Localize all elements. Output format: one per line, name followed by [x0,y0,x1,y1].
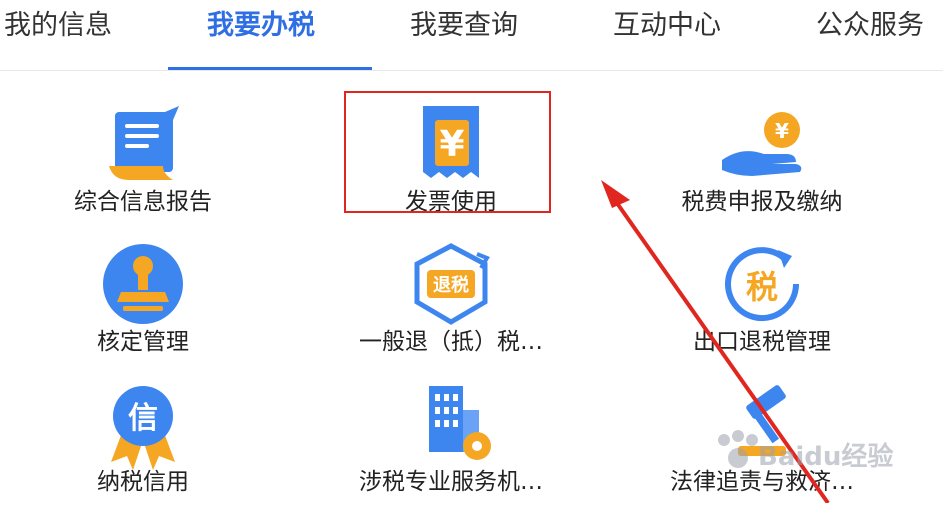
service-label: 综合信息报告 [74,189,212,215]
stamp-icon [93,240,193,330]
service-label: 法律追责与救济… [670,469,854,495]
building-gear-icon [401,380,501,470]
legal-gavel-icon [712,380,812,470]
service-label: 出口退税管理 [693,329,831,355]
service-label: 核定管理 [97,329,189,355]
active-tab-indicator [168,67,372,70]
service-tax-professional-agency[interactable]: 涉税专业服务机… [331,376,571,508]
tab-handle-tax[interactable]: 我要办税 [207,8,315,44]
tab-interaction-center[interactable]: 互动中心 [613,8,721,44]
tab-query[interactable]: 我要查询 [410,8,518,44]
service-label: 涉税专业服务机… [359,469,543,495]
service-general-tax-refund[interactable]: 退税 一般退（抵）税… [331,236,571,368]
service-label: 一般退（抵）税… [359,329,543,355]
top-tab-bar: 我的信息 我要办税 我要查询 互动中心 公众服务 [0,0,943,71]
service-assessment-management[interactable]: 核定管理 [23,236,263,368]
service-label: 税费申报及缴纳 [681,189,843,215]
service-comprehensive-report[interactable]: 综合信息报告 [23,96,263,228]
svg-text:¥: ¥ [775,119,789,143]
credit-medal-icon: 信 [93,380,193,470]
service-label: 发票使用 [405,189,497,215]
svg-text:信: 信 [128,401,158,436]
report-document-icon [93,100,193,190]
tab-my-info[interactable]: 我的信息 [4,8,112,44]
svg-text:退税: 退税 [433,274,469,296]
export-refund-icon: 税 [712,240,812,330]
service-label: 纳税信用 [97,469,189,495]
service-tax-credit[interactable]: 信 纳税信用 [23,376,263,508]
invoice-yuan-icon: ¥ [401,100,501,190]
svg-text:税: 税 [746,268,778,306]
hand-coin-icon: ¥ [712,100,812,190]
service-export-tax-refund-management[interactable]: 税 出口退税管理 [642,236,882,368]
service-legal-liability-remedy[interactable]: 法律追责与救济… [642,376,882,508]
tab-public-service[interactable]: 公众服务 [816,8,924,44]
service-invoice-use[interactable]: ¥ 发票使用 [331,96,571,228]
service-tax-declaration-payment[interactable]: ¥ 税费申报及缴纳 [642,96,882,228]
tax-refund-icon: 退税 [401,240,501,330]
svg-text:¥: ¥ [439,124,464,165]
